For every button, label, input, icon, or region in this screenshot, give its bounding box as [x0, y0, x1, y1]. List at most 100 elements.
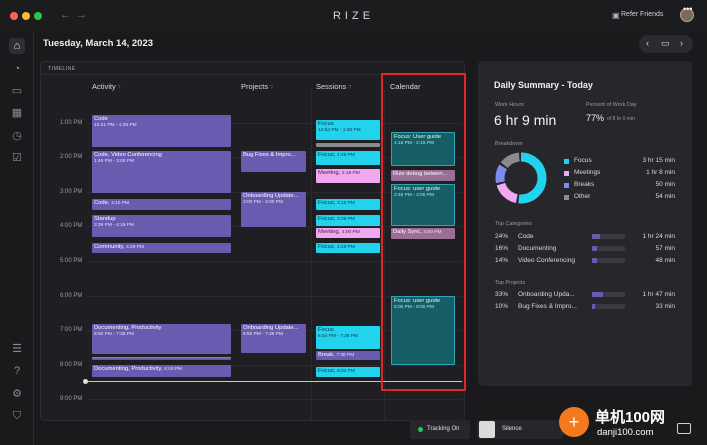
shield-icon[interactable]: ⛉ [9, 408, 25, 424]
project-block[interactable]: Onboarding Update... 3:00 PM - 4:00 PM [241, 192, 306, 227]
project-name: Onboarding Upda... [518, 291, 575, 298]
activity-title: Documenting, Productivity, 8:03 PM [94, 366, 183, 372]
project-value: 33 min [655, 303, 675, 310]
legend-swatch-breaks [564, 183, 569, 188]
activity-block[interactable]: Documenting, Productivity 6:50 PM - 7:38… [92, 324, 231, 354]
more-options-icon[interactable]: ••• [683, 4, 692, 14]
column-header-activity: Activity? [92, 82, 121, 91]
activity-time: 3:39 PM - 4:19 PM [94, 223, 134, 228]
session-block[interactable]: Focus, 4:19 PM [316, 243, 380, 253]
project-name: Bug Fixes & Impro... [518, 303, 577, 310]
percent-workday-label: Percent of Work Day [586, 102, 637, 108]
session-block[interactable]: Focus, 3:10 PM [316, 199, 380, 210]
activity-title: Community, 4:29 PM [94, 244, 144, 250]
hour-label: 4:00 PM [60, 223, 83, 229]
folder-icon[interactable]: ▭ [9, 83, 25, 99]
session-block[interactable]: Break, 7:38 PM [316, 351, 380, 360]
activity-title: Code, Video Conferencing [94, 152, 162, 158]
timeline-label: TIMELINE [48, 66, 76, 72]
session-block[interactable]: Meeting, 4:00 PM [316, 228, 380, 238]
app-title: RIZE [332, 10, 375, 22]
hour-label: 3:00 PM [60, 189, 83, 195]
category-percent: 14% [495, 257, 509, 264]
chat-icon[interactable] [677, 423, 691, 434]
settings-icon[interactable]: ⚙ [9, 386, 25, 402]
calendar-picker-icon[interactable]: ▭ [661, 38, 670, 49]
percent-workday-sub: of 8 hr 0 min [607, 116, 635, 122]
activity-block[interactable]: Standup 3:39 PM - 4:19 PM [92, 215, 231, 237]
session-block[interactable]: Focus, 3:39 PM [316, 215, 380, 226]
legend-value: 54 min [655, 193, 675, 200]
hour-label: 1:00 PM [60, 120, 83, 126]
daily-summary-panel: Daily Summary - Today Work Hours 6 hr 9 … [478, 61, 692, 386]
work-hours-value: 6 hr 9 min [494, 112, 557, 128]
calendar-icon[interactable]: ▦ [9, 105, 25, 121]
title-bar: ← → RIZE ▣ Refer Friends ••• [0, 0, 707, 32]
checklist-icon[interactable]: ☑ [9, 150, 25, 166]
session-block[interactable]: Focus, 8:03 PM [316, 367, 380, 377]
activity-block[interactable]: Documenting, Productivity, 8:03 PM [92, 365, 231, 377]
project-percent: 10% [495, 303, 509, 310]
activity-title: Code [94, 116, 108, 122]
project-block[interactable]: Bug Fixes & Impro... [241, 151, 306, 172]
session-time: 6:54 PM - 7:38 PM [318, 334, 358, 339]
hour-label: 9:00 PM [60, 396, 83, 402]
legend-label: Other [574, 193, 591, 200]
category-percent: 16% [495, 245, 509, 252]
history-icon[interactable]: ◷ [9, 128, 25, 144]
activity-block[interactable]: Community, 4:29 PM [92, 243, 231, 253]
column-header-sessions: Sessions? [316, 82, 351, 91]
hour-label: 2:00 PM [60, 154, 83, 160]
refer-friends-button[interactable]: Refer Friends [621, 11, 663, 18]
help-icon[interactable]: ? [9, 363, 25, 379]
project-bar [592, 292, 625, 297]
sidebar: ⌂ ◔ ▭ ▦ ◷ ☑ ☰ ? ⚙ ⛉ [0, 32, 34, 445]
legend-label: Breaks [574, 181, 595, 188]
activity-time: 1:46 PM - 3:00 PM [94, 159, 134, 164]
summary-title: Daily Summary - Today [494, 80, 593, 90]
session-title: Focus [318, 121, 334, 127]
session-block[interactable]: Focus 6:54 PM - 7:38 PM [316, 326, 380, 349]
activity-time: 12:41 PM - 1:36 PM [94, 123, 137, 128]
tracking-toggle[interactable]: Tracking On [410, 420, 470, 439]
session-block[interactable]: Focus 12:54 PM - 1:36 PM [316, 120, 380, 140]
activity-block[interactable]: Code 12:41 PM - 1:36 PM [92, 115, 231, 147]
breakdown-label: Breakdown [495, 141, 523, 147]
hour-label: 7:00 PM [60, 327, 83, 333]
silence-label: Silence [502, 426, 522, 432]
info-icon[interactable]: ? [270, 85, 273, 91]
project-block[interactable]: Onboarding Update... 6:50 PM - 7:38 PM [241, 324, 306, 353]
clock-icon[interactable]: ◔ [9, 61, 25, 77]
next-day-button[interactable]: › [680, 38, 683, 48]
category-name: Video Conferencing [518, 257, 575, 264]
session-title: Meeting, 4:00 PM [318, 229, 360, 235]
session-title: Focus, 3:39 PM [318, 216, 355, 222]
activity-time: 6:50 PM - 7:38 PM [94, 332, 134, 337]
activity-block[interactable]: Code, 3:10 PM [92, 199, 231, 210]
info-icon[interactable]: ? [348, 85, 351, 91]
tracking-label: Tracking On [427, 426, 460, 432]
session-title: Focus, 3:10 PM [318, 200, 355, 206]
previous-day-button[interactable]: ‹ [646, 38, 649, 48]
activity-block-strip[interactable] [92, 357, 231, 360]
category-name: Documenting [518, 245, 557, 252]
page-title: Tuesday, March 14, 2023 [43, 38, 154, 49]
session-block[interactable]: Meeting, 2:19 PM [316, 169, 380, 183]
hour-label: 5:00 PM [60, 258, 83, 264]
session-block[interactable]: Focus, 1:46 PM [316, 151, 380, 165]
info-icon[interactable]: ? [118, 85, 121, 91]
silence-toggle[interactable]: Silence [477, 420, 563, 439]
silence-icon [479, 421, 495, 438]
legend-swatch-other [564, 195, 569, 200]
session-title: Focus, 1:46 PM [318, 152, 355, 158]
home-icon[interactable]: ⌂ [9, 38, 25, 54]
hour-label: 6:00 PM [60, 293, 83, 299]
legend-swatch-focus [564, 159, 569, 164]
hour-line [87, 399, 462, 400]
legend-swatch-meetings [564, 171, 569, 176]
activity-block[interactable]: Code, Video Conferencing 1:46 PM - 3:00 … [92, 151, 231, 193]
top-projects-label: Top Projects [495, 280, 526, 286]
menu-icon[interactable]: ☰ [9, 341, 25, 357]
session-block-other[interactable] [316, 143, 380, 147]
watermark-url: danji100.com [597, 427, 654, 438]
